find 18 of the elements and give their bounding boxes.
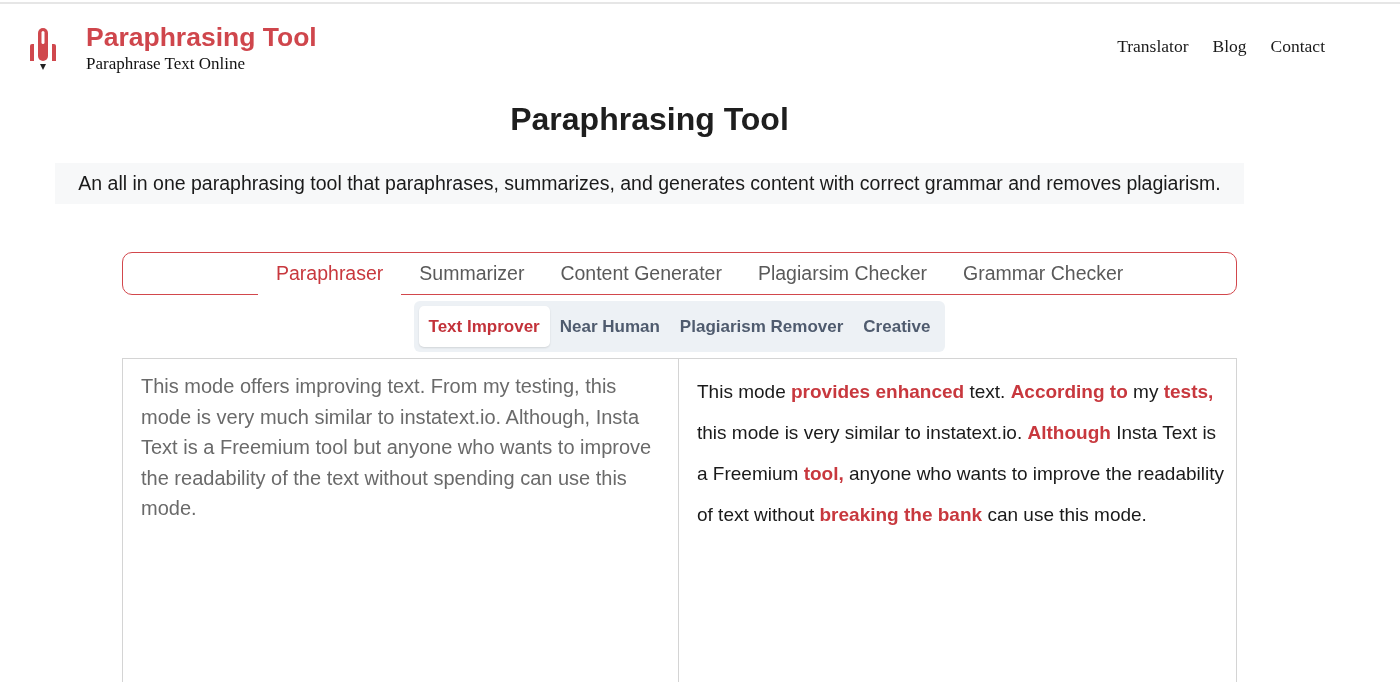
site-title[interactable]: Paraphrasing Tool [86, 20, 317, 54]
tool-tab[interactable]: Content Generater [542, 253, 740, 294]
tool-tab[interactable]: Grammar Checker [945, 253, 1142, 294]
page-title: Paraphrasing Tool [510, 100, 789, 139]
mode-tab[interactable]: Near Human [549, 306, 670, 347]
input-text-field[interactable]: This mode offers improving text. From my testing, this mode is very much similar to instatext.io. Although, Insta Text is a Freemium tool but anyone who wants to improve the readability of the text without spending can use this mode. [122, 358, 679, 682]
tool-tab[interactable]: Summarizer [401, 253, 543, 294]
output-text: This mode provides enhanced text. According to my tests, this mode is very similar to instatext.io. Although Insta Text is a Freemium tool, anyone who wants to improve the readability of text without breaking the bank can use this mode. [697, 380, 1224, 527]
mode-tab[interactable]: Plagiarism Remover [669, 306, 854, 347]
mode-tab[interactable]: Text Improver [418, 306, 550, 347]
tool-tab[interactable]: Plagiarsim Checker [739, 253, 945, 294]
tool-description: An all in one paraphrasing tool that paraphrases, summarizes, and generates content with correct grammar and removes plagiarism. [55, 163, 1244, 204]
nav-link[interactable]: Translator [1117, 36, 1189, 56]
site-tagline: Paraphrase Text Online [86, 54, 246, 74]
mode-tab[interactable]: Creative [853, 306, 941, 347]
rocket-icon[interactable] [28, 28, 58, 70]
nav-link[interactable]: Blog [1212, 36, 1247, 56]
nav-link[interactable]: Contact [1270, 36, 1325, 56]
